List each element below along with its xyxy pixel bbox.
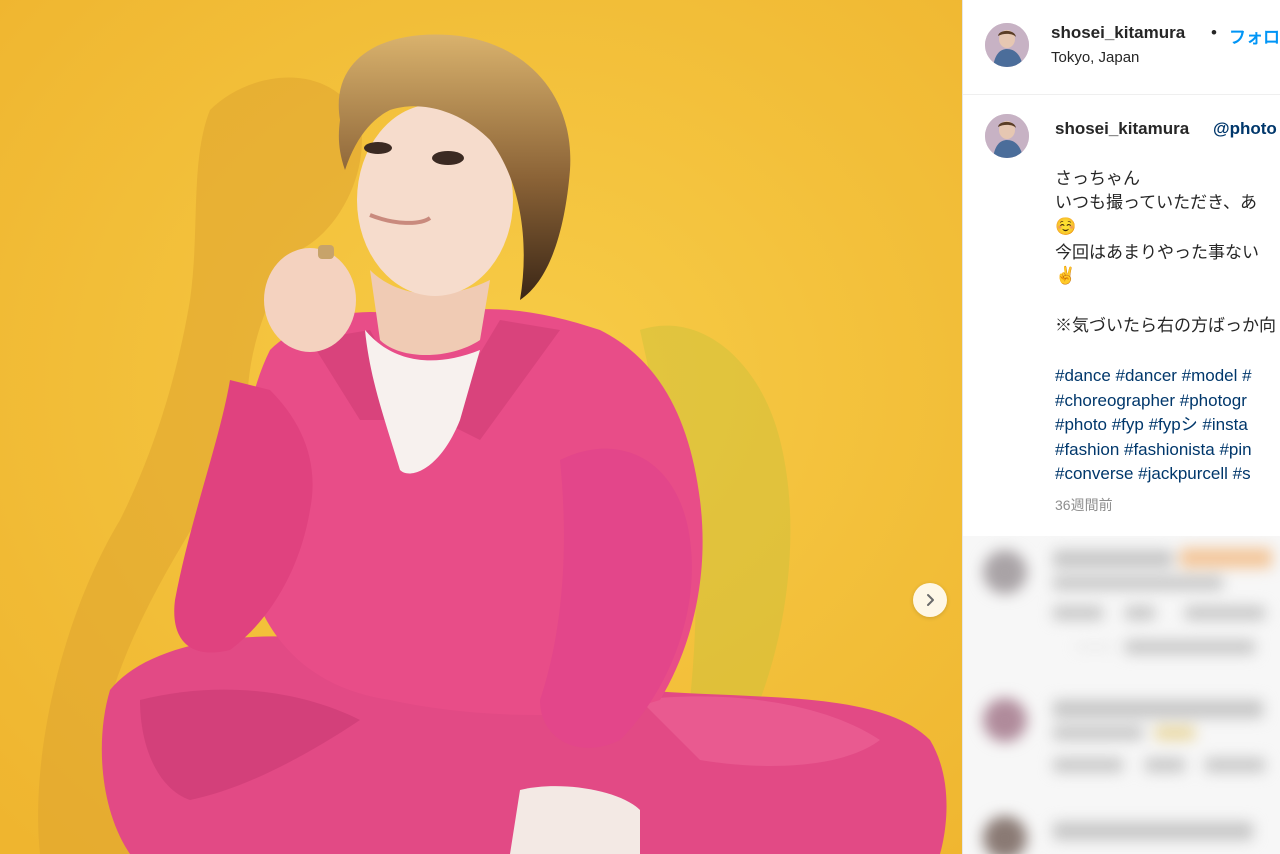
victory-hand-emoji-icon: ✌️ [1055, 266, 1077, 285]
hashtag-line[interactable]: #choreographer #photogr [1055, 389, 1280, 414]
hashtag-line[interactable]: #fashion #fashionista #pin [1055, 438, 1280, 463]
hashtag-line[interactable]: #converse #jackpurcell #s [1055, 462, 1280, 487]
caption-username[interactable]: shosei_kitamura [1055, 119, 1189, 139]
avatar-image [985, 114, 1029, 158]
post-side-panel: shosei_kitamura • フォロー Tokyo, Japan shos… [962, 0, 1280, 854]
photo-illustration [0, 0, 962, 854]
follow-button[interactable]: フォロー [1229, 23, 1280, 48]
post-location[interactable]: Tokyo, Japan [1051, 49, 1139, 66]
chevron-right-icon [927, 594, 934, 606]
hashtag-line[interactable]: #dance #dancer #model # [1055, 364, 1280, 389]
caption-line-4: ※気づいたら右の方ばっか向 [1055, 316, 1276, 335]
caption-avatar[interactable] [985, 114, 1029, 158]
smile-emoji-icon: ☺️ [1055, 217, 1077, 236]
avatar[interactable] [985, 23, 1029, 67]
post-username[interactable]: shosei_kitamura [1051, 23, 1185, 43]
hashtag-block: #dance #dancer #model # #choreographer #… [1055, 364, 1280, 487]
separator-dot: • [1211, 23, 1217, 42]
post-time[interactable]: 36週間前 [1055, 495, 1113, 515]
blurred-comments [963, 536, 1280, 854]
caption-line-1: さっちゃん [1055, 169, 1140, 188]
caption-line-3: 今回はあまりやった事ない [1055, 243, 1259, 262]
post-photo[interactable] [0, 0, 962, 854]
caption-line-2: いつも撮っていただき、あ [1055, 193, 1257, 212]
hashtag-line[interactable]: #photo #fyp #fypシ #insta [1055, 413, 1280, 438]
caption-mention[interactable]: @photo [1213, 119, 1277, 139]
next-photo-button[interactable] [913, 583, 947, 617]
avatar-image [985, 23, 1029, 67]
post-header: shosei_kitamura • フォロー Tokyo, Japan [963, 0, 1280, 95]
